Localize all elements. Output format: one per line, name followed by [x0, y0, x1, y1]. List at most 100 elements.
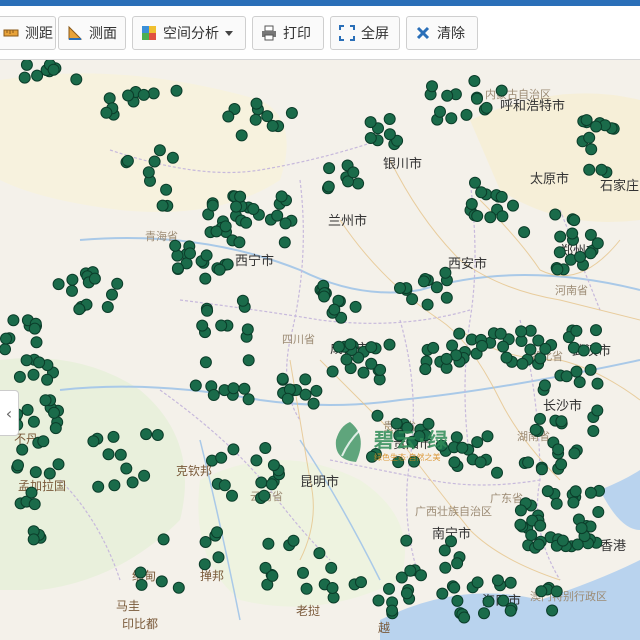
map-point-marker[interactable] — [107, 430, 120, 443]
map-point-marker[interactable] — [440, 352, 453, 365]
map-point-marker[interactable] — [568, 214, 581, 227]
map-point-marker[interactable] — [249, 113, 262, 126]
map-point-marker[interactable] — [151, 429, 164, 441]
map-point-marker[interactable] — [436, 587, 449, 600]
map-point-marker[interactable] — [550, 585, 563, 598]
spatial-analysis-dropdown[interactable]: 空间分析 — [132, 16, 246, 50]
map-point-marker[interactable] — [92, 480, 105, 493]
map-point-marker[interactable] — [575, 522, 588, 535]
map-point-marker[interactable] — [584, 247, 597, 260]
map-point-marker[interactable] — [31, 69, 44, 82]
map-point-marker[interactable] — [372, 594, 385, 607]
map-point-marker[interactable] — [156, 199, 169, 212]
map-point-marker[interactable] — [560, 370, 573, 383]
map-point-marker[interactable] — [491, 574, 504, 587]
map-point-marker[interactable] — [215, 451, 228, 464]
map-point-marker[interactable] — [590, 324, 602, 337]
map-point-marker[interactable] — [198, 558, 211, 571]
map-point-marker[interactable] — [349, 300, 362, 313]
map-point-marker[interactable] — [584, 486, 597, 499]
map-point-marker[interactable] — [458, 611, 471, 624]
map-point-marker[interactable] — [247, 203, 260, 215]
map-point-marker[interactable] — [250, 97, 263, 110]
map-point-marker[interactable] — [307, 397, 320, 410]
map-point-marker[interactable] — [120, 462, 133, 475]
map-point-marker[interactable] — [591, 404, 604, 417]
map-point-marker[interactable] — [326, 365, 339, 378]
map-point-marker[interactable] — [49, 422, 62, 435]
map-point-marker[interactable] — [546, 604, 559, 617]
map-point-marker[interactable] — [207, 389, 220, 401]
map-point-marker[interactable] — [469, 176, 481, 189]
map-point-marker[interactable] — [271, 209, 284, 222]
map-point-marker[interactable] — [404, 564, 417, 577]
map-point-marker[interactable] — [475, 186, 488, 199]
map-point-marker[interactable] — [438, 544, 451, 557]
map-point-marker[interactable] — [400, 534, 413, 547]
map-point-marker[interactable] — [211, 526, 223, 539]
map-point-marker[interactable] — [171, 249, 184, 262]
map-point-marker[interactable] — [534, 412, 546, 425]
map-point-marker[interactable] — [471, 92, 483, 105]
map-point-marker[interactable] — [567, 341, 580, 354]
map-point-marker[interactable] — [215, 319, 228, 332]
map-point-marker[interactable] — [169, 239, 182, 252]
map-point-marker[interactable] — [448, 581, 461, 594]
map-point-marker[interactable] — [549, 208, 562, 221]
map-point-marker[interactable] — [39, 394, 52, 407]
map-point-marker[interactable] — [227, 382, 240, 395]
map-point-marker[interactable] — [122, 89, 135, 102]
map-point-marker[interactable] — [415, 569, 427, 582]
map-point-marker[interactable] — [445, 112, 458, 125]
map-point-marker[interactable] — [13, 370, 26, 383]
map-point-marker[interactable] — [525, 529, 538, 542]
map-point-marker[interactable] — [573, 376, 586, 389]
map-point-marker[interactable] — [126, 476, 139, 489]
map-point-marker[interactable] — [474, 456, 487, 469]
map-point-marker[interactable] — [478, 607, 490, 620]
map-point-marker[interactable] — [383, 113, 396, 125]
map-point-marker[interactable] — [258, 489, 271, 502]
map-point-marker[interactable] — [148, 155, 161, 168]
map-point-marker[interactable] — [199, 272, 212, 285]
map-point-marker[interactable] — [196, 319, 209, 332]
map-point-marker[interactable] — [212, 551, 225, 564]
map-point-marker[interactable] — [434, 105, 446, 118]
map-point-marker[interactable] — [516, 357, 529, 370]
map-point-marker[interactable] — [471, 210, 484, 222]
map-point-marker[interactable] — [88, 272, 101, 285]
map-point-marker[interactable] — [569, 485, 582, 498]
map-point-marker[interactable] — [451, 594, 464, 607]
map-point-marker[interactable] — [427, 341, 440, 354]
map-point-marker[interactable] — [430, 281, 443, 294]
map-point-marker[interactable] — [482, 595, 495, 608]
map-point-marker[interactable] — [507, 199, 519, 212]
map-point-marker[interactable] — [332, 340, 345, 353]
map-point-marker[interactable] — [497, 594, 510, 607]
map-point-marker[interactable] — [556, 534, 569, 547]
map-point-marker[interactable] — [37, 435, 50, 448]
map-point-marker[interactable] — [460, 108, 473, 121]
map-point-marker[interactable] — [73, 303, 86, 316]
measure-distance-button[interactable]: 测距 — [0, 16, 56, 50]
map-point-marker[interactable] — [364, 116, 377, 129]
map-point-marker[interactable] — [532, 538, 545, 551]
map-point-marker[interactable] — [347, 166, 360, 179]
map-point-marker[interactable] — [592, 506, 605, 518]
map-point-marker[interactable] — [580, 114, 593, 127]
map-point-marker[interactable] — [267, 459, 280, 472]
map-point-marker[interactable] — [515, 325, 528, 338]
map-point-marker[interactable] — [570, 365, 583, 378]
map-point-marker[interactable] — [386, 604, 398, 617]
map-point-marker[interactable] — [278, 236, 291, 249]
map-point-marker[interactable] — [297, 566, 309, 579]
map-point-marker[interactable] — [170, 84, 183, 97]
map-point-marker[interactable] — [589, 342, 602, 355]
map-point-marker[interactable] — [30, 336, 43, 349]
map-point-marker[interactable] — [12, 459, 24, 472]
map-point-marker[interactable] — [275, 190, 288, 203]
map-point-marker[interactable] — [287, 534, 300, 547]
map-point-marker[interactable] — [570, 324, 583, 337]
map-point-marker[interactable] — [484, 211, 497, 224]
map-point-marker[interactable] — [255, 476, 268, 489]
